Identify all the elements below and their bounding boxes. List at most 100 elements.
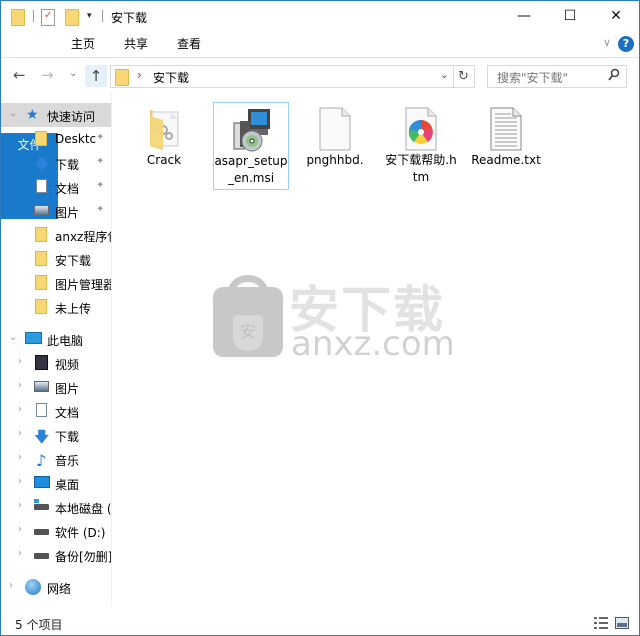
sidebar-item-desktop-pc[interactable]: › 桌面	[1, 471, 111, 495]
new-folder-icon[interactable]	[65, 9, 79, 26]
sidebar-item-pictures[interactable]: 图片 ✦	[1, 199, 111, 223]
chevron-right-icon[interactable]: ›	[18, 524, 22, 535]
sidebar-item-local-disk-c[interactable]: › 本地磁盘 (C:)	[1, 495, 111, 519]
file-explorer-window: ✓ ▾ 安下载 — ☐ ✕ 文件 主页 共享 查看 ∨ ? ← → ⌄ ↑ › …	[0, 0, 640, 636]
tab-share[interactable]: 共享	[116, 32, 156, 57]
document-icon	[36, 403, 47, 417]
blank-file-icon	[312, 106, 358, 152]
navigation-bar: ← → ⌄ ↑ › 安下载 ⌄ ↻ 搜索"安下载"	[1, 57, 639, 93]
status-bar: 5 个项目	[1, 613, 639, 635]
chevron-down-icon[interactable]: ⌄	[9, 332, 17, 343]
navigation-pane-divider	[111, 93, 112, 606]
computer-icon	[25, 332, 42, 344]
chevron-right-icon[interactable]: ›	[18, 404, 22, 415]
details-view-icon	[594, 617, 608, 629]
expand-ribbon-icon[interactable]: ∨	[603, 36, 611, 49]
sidebar-item-documents[interactable]: 文档 ✦	[1, 175, 111, 199]
tab-home[interactable]: 主页	[63, 32, 103, 57]
sidebar-item-downloads[interactable]: 🡇 下载 ✦	[1, 151, 111, 175]
chevron-right-icon[interactable]: ›	[18, 380, 22, 391]
search-placeholder: 搜索"安下载"	[497, 71, 569, 85]
back-button[interactable]: ←	[13, 66, 26, 84]
sidebar-item-desktop[interactable]: Desktc ✦	[1, 127, 111, 151]
search-input[interactable]: 搜索"安下载"	[487, 65, 627, 88]
star-icon: ★	[26, 107, 39, 123]
folder-icon	[35, 275, 47, 290]
pin-icon: ✦	[96, 156, 105, 167]
picture-icon	[34, 205, 49, 216]
shield-icon: 安	[233, 315, 263, 351]
sidebar-item-anxz-folder[interactable]: anxz程序包	[1, 223, 111, 247]
file-name: pnghhbd.	[306, 153, 364, 167]
file-item-pnghhbd[interactable]: pnghhbd.	[298, 102, 372, 188]
chevron-right-icon[interactable]: ›	[18, 356, 22, 367]
chevron-right-icon[interactable]: ›	[18, 500, 22, 511]
sidebar-item-drive-d[interactable]: › 软件 (D:)	[1, 519, 111, 543]
browser-document-icon	[398, 106, 444, 152]
maximize-button[interactable]: ☐	[547, 1, 593, 31]
file-name: Readme.txt	[471, 153, 541, 167]
folder-icon	[141, 106, 187, 152]
download-icon: 🡇	[34, 428, 50, 446]
file-item-asapr-setup[interactable]: asapr_setup_en.msi	[213, 102, 289, 190]
folder-icon	[115, 69, 129, 86]
chevron-right-icon[interactable]: ›	[9, 580, 13, 591]
help-icon[interactable]: ?	[618, 36, 634, 52]
forward-button[interactable]: →	[41, 66, 54, 84]
folder-icon[interactable]	[11, 9, 25, 26]
sidebar-item-documents-pc[interactable]: › 文档	[1, 399, 111, 423]
sidebar-item-picture-manager[interactable]: 图片管理器	[1, 271, 111, 295]
folder-icon	[35, 299, 47, 314]
windows-logo-icon	[34, 499, 39, 503]
chevron-right-icon[interactable]: ›	[18, 548, 22, 559]
close-button[interactable]: ✕	[593, 1, 639, 31]
chevron-right-icon[interactable]: ›	[18, 452, 22, 463]
file-item-help-htm[interactable]: 安下载帮助.htm	[384, 102, 458, 188]
file-name: 安下载帮助.htm	[385, 153, 457, 184]
address-dropdown-icon[interactable]: ⌄	[440, 68, 449, 81]
recent-locations-button[interactable]: ⌄	[69, 68, 77, 79]
sidebar-item-pictures-pc[interactable]: › 图片	[1, 375, 111, 399]
file-item-crack[interactable]: Crack	[127, 102, 201, 188]
sidebar-item-not-uploaded[interactable]: 未上传	[1, 295, 111, 319]
search-icon[interactable]	[608, 68, 620, 86]
title-bar: ✓ ▾ 安下载 — ☐ ✕	[1, 1, 639, 32]
minimize-button[interactable]: —	[501, 1, 547, 31]
properties-icon[interactable]: ✓	[41, 9, 55, 26]
chevron-right-icon[interactable]: ›	[18, 428, 22, 439]
large-icons-view-button[interactable]	[615, 616, 629, 630]
sidebar-item-drive-e[interactable]: › 备份[勿删] (E:)	[1, 543, 111, 567]
address-bar[interactable]: › 安下载 ⌄	[110, 65, 454, 88]
breadcrumb-item[interactable]: 安下载	[153, 69, 189, 86]
bag-icon: 安	[213, 287, 283, 357]
toolbar-divider	[33, 10, 34, 22]
sidebar-item-videos[interactable]: › 视频	[1, 351, 111, 375]
breadcrumb-separator-icon[interactable]: ›	[137, 68, 142, 82]
music-icon: ♪	[36, 451, 47, 470]
watermark-en-text: anxz.com	[291, 324, 455, 364]
sidebar-item-music[interactable]: › ♪ 音乐	[1, 447, 111, 471]
desktop-icon	[34, 476, 50, 488]
folder-icon	[35, 251, 47, 266]
sidebar-item-quick-access[interactable]: ⌄ ★ 快速访问	[1, 103, 111, 127]
file-item-readme[interactable]: Readme.txt	[469, 102, 543, 188]
chevron-right-icon[interactable]: ›	[18, 476, 22, 487]
picture-icon	[34, 381, 49, 392]
sidebar-item-downloads-pc[interactable]: › 🡇 下载	[1, 423, 111, 447]
sidebar-item-network[interactable]: › 网络	[1, 575, 111, 599]
chevron-down-icon[interactable]: ⌄	[9, 108, 17, 119]
tab-view[interactable]: 查看	[169, 32, 209, 57]
customize-dropdown-icon[interactable]: ▾	[87, 11, 92, 21]
network-icon	[25, 579, 41, 595]
pin-icon: ✦	[96, 180, 105, 191]
installer-package-icon	[228, 107, 274, 153]
details-view-button[interactable]	[594, 616, 608, 630]
up-button[interactable]: ↑	[85, 65, 107, 87]
sidebar-item-anxiazai[interactable]: 安下载	[1, 247, 111, 271]
system-drive-icon	[34, 504, 49, 510]
download-icon: 🡇	[34, 156, 50, 174]
ribbon-tabs: 文件 主页 共享 查看 ∨ ?	[1, 32, 639, 219]
text-file-icon	[483, 106, 529, 152]
refresh-button[interactable]: ↻	[453, 65, 475, 88]
sidebar-item-this-pc[interactable]: ⌄ 此电脑	[1, 327, 111, 351]
